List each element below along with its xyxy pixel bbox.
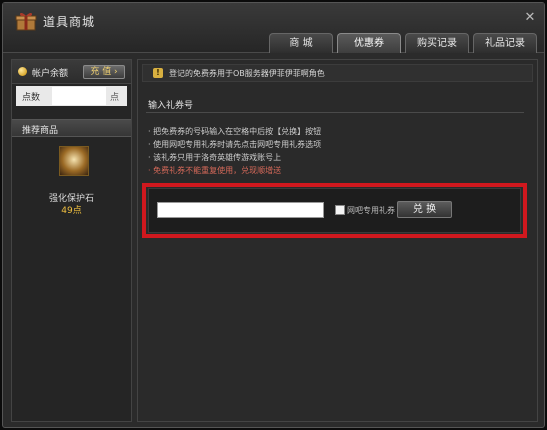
points-unit: 点 xyxy=(110,93,120,103)
coupon-code-input[interactable] xyxy=(157,202,324,218)
section-divider xyxy=(146,112,524,113)
shop-window: 道具商城 ✕ 商 城 优惠券 购买记录 礼品记录 帐户余额 充 值 › 点数 点… xyxy=(2,2,545,428)
recommend-title: 推荐商品 xyxy=(22,126,59,136)
tab-shop[interactable]: 商 城 xyxy=(269,33,333,53)
points-value xyxy=(52,87,106,105)
notice-bar: ! 登记的免费券用于OB服务器伊菲伊菲啊角色 xyxy=(142,64,533,82)
instruction-item: 把免费券的号码输入在空格中后按【兑换】按钮 xyxy=(148,125,528,138)
instruction-list: 把免费券的号码输入在空格中后按【兑换】按钮 使用网吧专用礼券时请先点击网吧专用礼… xyxy=(148,125,528,177)
balance-header: 帐户余额 充 值 › xyxy=(12,60,131,84)
points-row: 点数 点 xyxy=(16,86,127,106)
close-icon[interactable]: ✕ xyxy=(522,10,538,26)
netbar-checkbox[interactable] xyxy=(335,205,345,215)
coupon-panel: ! 登记的免费券用于OB服务器伊菲伊菲啊角色 输入礼券号 把免费券的号码输入在空… xyxy=(137,59,538,422)
window-title: 道具商城 xyxy=(43,15,96,29)
title-bar: 道具商城 ✕ 商 城 优惠券 购买记录 礼品记录 xyxy=(3,3,544,53)
item-image[interactable] xyxy=(59,146,89,176)
netbar-checkbox-label[interactable]: 网吧专用礼券 xyxy=(347,205,395,216)
recharge-button[interactable]: 充 值 › xyxy=(83,65,125,79)
instruction-item: 该礼券只用于洛奇英雄传游戏账号上 xyxy=(148,151,528,164)
tab-purchase-history[interactable]: 购买记录 xyxy=(405,33,469,53)
redeem-button[interactable]: 兑 换 xyxy=(397,201,452,218)
section-title: 输入礼券号 xyxy=(148,101,194,111)
points-label: 点数 xyxy=(22,93,41,103)
sidebar: 帐户余额 充 值 › 点数 点 推荐商品 强化保护石 49点 xyxy=(11,59,132,422)
instruction-item: 使用网吧专用礼券时请先点击网吧专用礼券选项 xyxy=(148,138,528,151)
notice-icon: ! xyxy=(153,68,163,78)
gift-box-icon xyxy=(15,12,37,31)
tab-gift-history[interactable]: 礼品记录 xyxy=(473,33,537,53)
warning-text: 免费礼券不能重复使用，兑现顺增送 xyxy=(148,164,528,177)
tab-coupons[interactable]: 优惠券 xyxy=(337,33,401,53)
coin-icon xyxy=(18,67,27,76)
recommend-header: 推荐商品 xyxy=(12,119,131,137)
item-price: 49点 xyxy=(61,206,82,216)
notice-text: 登记的免费券用于OB服务器伊菲伊菲啊角色 xyxy=(169,69,325,78)
balance-label: 帐户余额 xyxy=(32,69,69,79)
